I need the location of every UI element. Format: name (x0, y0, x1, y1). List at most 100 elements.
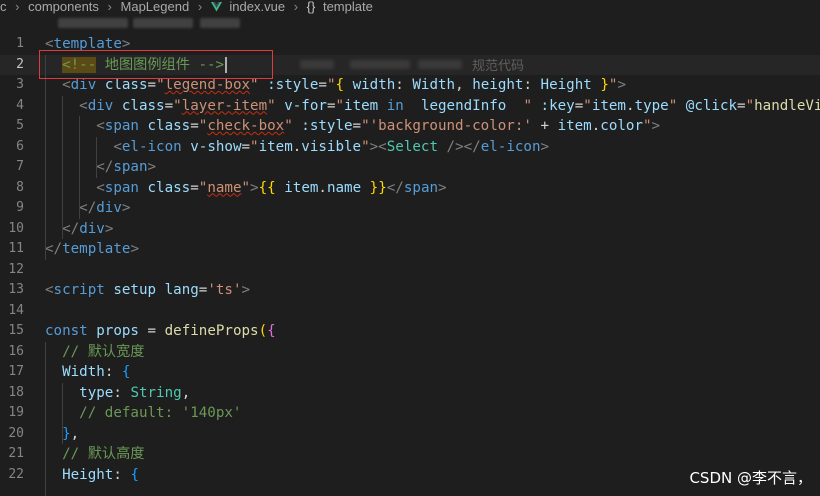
code-line[interactable]: 21 // 默认高度 (0, 444, 820, 465)
chevron-right-icon: › (293, 0, 299, 14)
code-token: }} (369, 179, 387, 196)
code-token: = (241, 138, 251, 155)
code-token: height (472, 77, 524, 93)
code-line[interactable]: 5 <span class="check-box" :style="'backg… (0, 116, 820, 137)
code-content: // 默认高度 (45, 444, 144, 465)
code-token: :key (540, 97, 575, 114)
code-token: setup (113, 282, 157, 298)
line-number: 10 (8, 220, 24, 236)
code-content: </div> (45, 198, 130, 219)
code-token: class (104, 77, 148, 93)
code-token: > (438, 179, 447, 196)
breadcrumb-item-maplegend[interactable]: MapLegend (121, 0, 190, 14)
line-number: 9 (16, 200, 24, 215)
line-number: 21 (8, 446, 24, 461)
line-number: 8 (16, 179, 24, 195)
redacted-text (58, 18, 128, 28)
code-token: div (79, 220, 105, 237)
code-token: const (45, 323, 88, 339)
code-token: : (523, 77, 541, 93)
code-token: v-show (190, 138, 242, 155)
code-line[interactable]: 13 <script setup lang='ts'> (0, 280, 820, 301)
code-token: // 默认高度 (62, 446, 145, 462)
redacted-text (418, 60, 462, 69)
code-token: span (113, 159, 148, 175)
code-token: v-for (284, 97, 327, 114)
code-content: <span class="check-box" :style="'backgro… (45, 116, 660, 137)
code-token: Height (540, 77, 592, 93)
line-number: 17 (8, 364, 24, 379)
code-token: = (164, 97, 174, 114)
code-token: { (267, 323, 276, 339)
code-line[interactable]: 19 // default: '140px' (0, 403, 820, 424)
redacted-text (350, 60, 410, 69)
code-token: " (241, 179, 251, 196)
line-number: 3 (16, 77, 24, 92)
redacted-text (200, 18, 240, 28)
code-line[interactable]: 20 }, (0, 424, 820, 445)
code-token: " (745, 97, 755, 114)
code-token: } (600, 77, 609, 93)
code-line[interactable]: 6 <el-icon v-show="item.visible"><Select… (0, 137, 820, 158)
code-editor[interactable]: 1 <template> 2 <!-- 地图图例组件 --> 3 <div class… (0, 34, 820, 496)
code-line[interactable]: 8 <span class="name">{{ item.name }}</sp… (0, 178, 820, 199)
code-content: </div> (45, 219, 113, 240)
code-token: = (147, 77, 157, 93)
line-number: 15 (8, 323, 24, 338)
code-line[interactable]: 10 </div> (0, 219, 820, 240)
code-line[interactable]: 7 </span> (0, 157, 820, 178)
code-line[interactable]: 9 </div> (0, 198, 820, 219)
breadcrumb-item-components[interactable]: components (28, 0, 99, 14)
code-token: name (207, 179, 242, 196)
indent-guide (45, 54, 46, 260)
breadcrumb-item-symbol[interactable]: template (323, 0, 373, 14)
chevron-right-icon: › (15, 0, 20, 14)
code-token: = (138, 323, 165, 339)
code-token: > (121, 200, 131, 216)
chevron-right-icon: › (107, 0, 112, 14)
code-token: = (352, 118, 362, 134)
breadcrumb-item-root[interactable]: c (0, 0, 7, 14)
code-line[interactable]: 18 type: String, (0, 383, 820, 404)
code-token: check-box (207, 118, 285, 134)
code-token: = (737, 97, 746, 114)
indent-guide (62, 95, 63, 239)
code-line[interactable]: 12 (0, 260, 820, 281)
code-token: Select (386, 138, 438, 155)
code-content: <script setup lang='ts'> (45, 280, 250, 301)
code-token: handleVisib (754, 97, 820, 114)
redacted-text (300, 60, 334, 69)
code-token: . (591, 118, 601, 134)
code-token: // 默认宽度 (62, 343, 145, 360)
code-token: , (181, 384, 191, 401)
breadcrumb-item-file[interactable]: index.vue (229, 0, 285, 14)
code-line[interactable]: 4 <div class="layer-item" v-for="item in… (0, 96, 820, 117)
code-line[interactable]: 15 const props = defineProps({ (0, 321, 820, 342)
code-token: class (147, 118, 191, 134)
code-line[interactable]: 16 // 默认宽度 (0, 342, 820, 363)
code-token: " (173, 97, 182, 114)
code-token: in (386, 97, 404, 114)
code-line[interactable]: 17 Width: { (0, 362, 820, 383)
code-line[interactable]: 14 (0, 301, 820, 322)
code-token: < (113, 138, 122, 155)
code-line[interactable]: 11 </template> (0, 239, 820, 260)
line-number: 5 (16, 118, 24, 133)
